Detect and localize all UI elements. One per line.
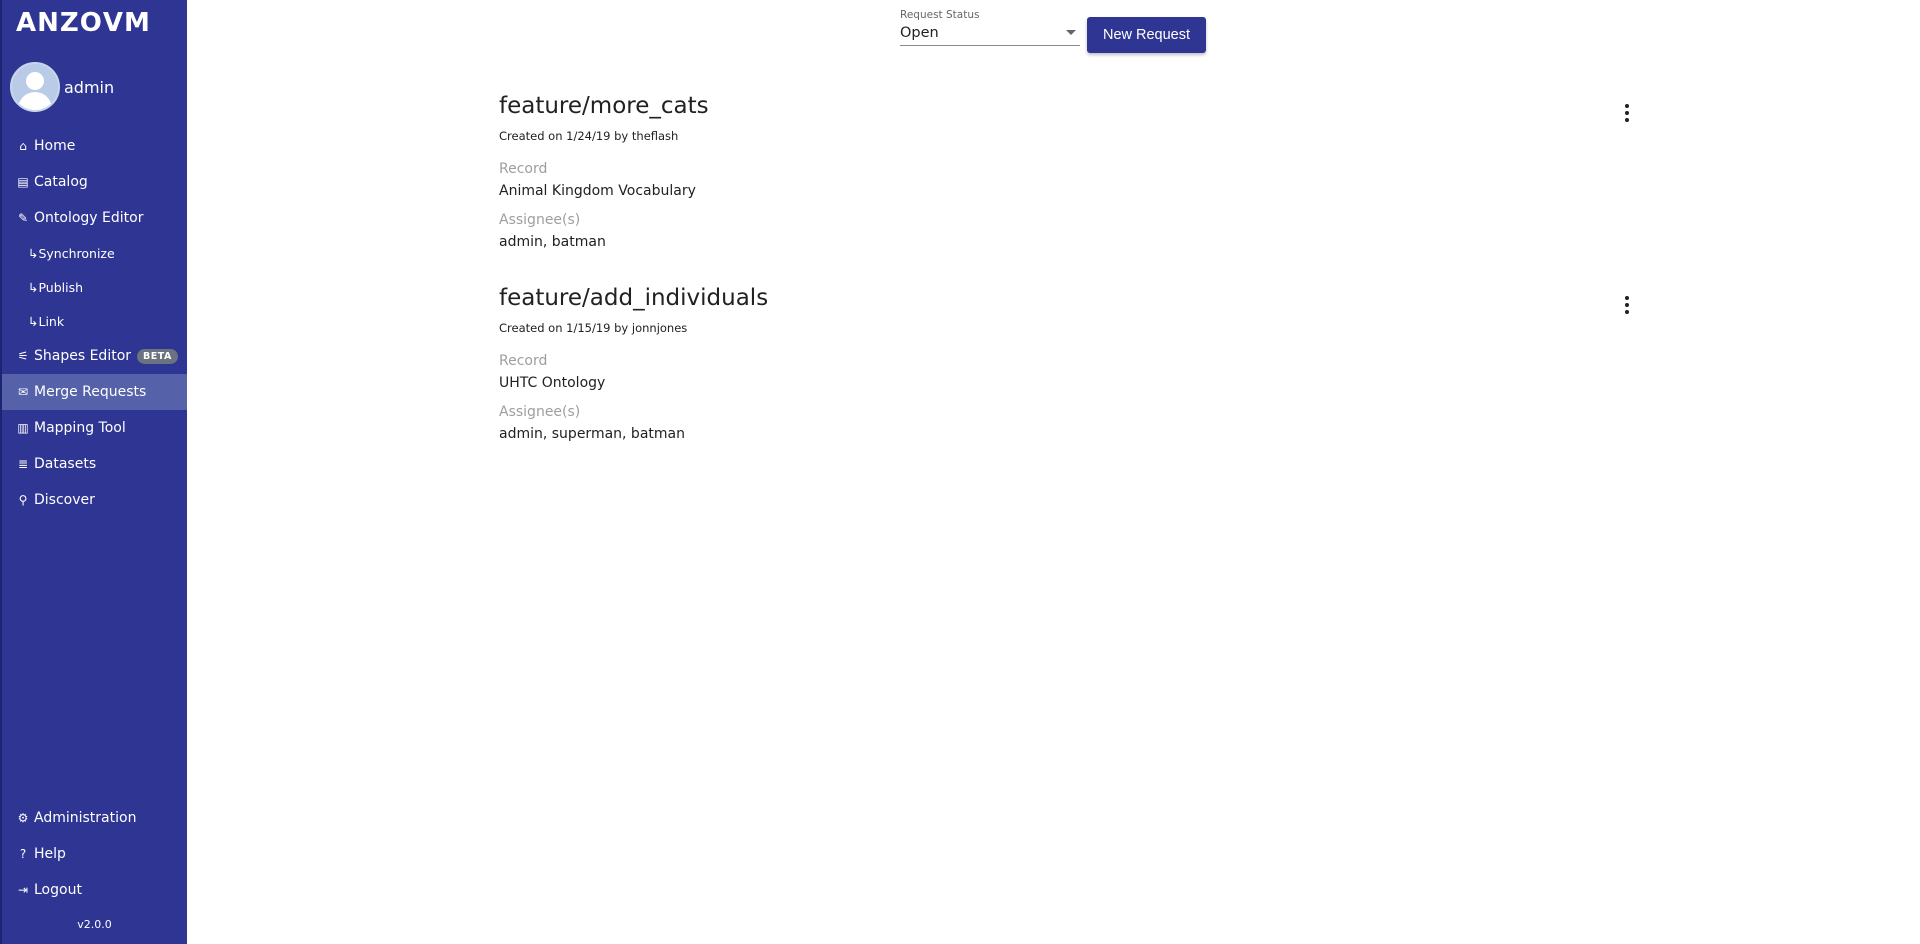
sidebar-item-label: Shapes Editor (34, 348, 132, 364)
merge-request-card[interactable]: feature/more_cats Created on 1/24/19 by … (499, 93, 1639, 250)
sidebar-item-label: Discover (34, 492, 95, 508)
sidebar-item-help[interactable]: ? Help (2, 836, 187, 872)
request-status-value: Open (900, 25, 939, 41)
sidebar-item-label: Mapping Tool (34, 420, 126, 436)
username: admin (64, 77, 115, 97)
sidebar-item-catalog[interactable]: ▤ Catalog (2, 164, 187, 200)
sidebar-item-label: Datasets (34, 456, 97, 472)
sidebar-item-home[interactable]: ⌂ Home (2, 128, 187, 164)
user-profile[interactable]: admin (10, 62, 114, 112)
app-root: ANZO VM admin ⌂ Home ▤ Catalog ✎ Ontology… (0, 0, 1920, 944)
new-request-button[interactable]: New Request (1087, 17, 1206, 53)
request-meta: Created on 1/15/19 by jonnjones (499, 321, 688, 335)
beta-badge: BETA (137, 348, 178, 364)
envelope-icon: ✉ (17, 385, 29, 399)
app-version: v2.0.0 (77, 918, 112, 931)
shapes-icon: ⚟ (17, 349, 29, 363)
sidebar-item-label: Catalog (34, 174, 88, 190)
request-status-value-box[interactable]: Open (900, 21, 1080, 46)
chevron-down-icon (1066, 30, 1076, 35)
record-label: Record (499, 353, 548, 369)
home-icon: ⌂ (19, 139, 27, 153)
sidebar-item-datasets[interactable]: ≣ Datasets (2, 446, 187, 482)
sidebar-item-logout[interactable]: ⇥ Logout (2, 872, 187, 908)
sidebar-item-link[interactable]: ↳Link (2, 304, 187, 338)
logo-text: ANZO (16, 8, 103, 38)
sidebar-item-synchronize[interactable]: ↳Synchronize (2, 236, 187, 270)
record-label: Record (499, 161, 548, 177)
sidebar-item-label: ↳Synchronize (28, 245, 115, 261)
sidebar-item-merge-requests[interactable]: ✉ Merge Requests (2, 374, 187, 410)
request-title[interactable]: feature/add_individuals (499, 285, 1639, 311)
more-options-icon[interactable] (1615, 101, 1639, 125)
assignees-value: admin, superman, batman (499, 426, 685, 442)
gear-icon: ⚙ (17, 811, 29, 825)
request-title[interactable]: feature/more_cats (499, 93, 1639, 119)
search-icon: ⚲ (18, 493, 28, 507)
question-icon: ? (19, 847, 27, 861)
merge-request-card[interactable]: feature/add_individuals Created on 1/15/… (499, 285, 1639, 442)
sidebar-item-ontology-editor[interactable]: ✎ Ontology Editor (2, 200, 187, 236)
main-content: Request Status Open New Request feature/… (187, 0, 1920, 944)
edit-icon: ✎ (17, 211, 29, 225)
map-icon: ▥ (17, 421, 29, 435)
more-options-icon[interactable] (1615, 293, 1639, 317)
sidebar-item-label: Logout (34, 882, 82, 898)
sidebar-item-label: ↳Link (28, 313, 65, 329)
sidebar-item-label: Merge Requests (34, 384, 147, 400)
assignees-label: Assignee(s) (499, 212, 581, 228)
logo-suffix: VM (102, 8, 151, 38)
sidebar-item-publish[interactable]: ↳Publish (2, 270, 187, 304)
assignees-label: Assignee(s) (499, 404, 581, 420)
book-icon: ▤ (17, 175, 29, 189)
record-value: UHTC Ontology (499, 375, 606, 391)
request-status-select[interactable]: Request Status Open (900, 9, 1080, 46)
assignees-value: admin, batman (499, 234, 606, 250)
logout-icon: ⇥ (17, 883, 29, 897)
sidebar-item-mapping-tool[interactable]: ▥ Mapping Tool (2, 410, 187, 446)
sidebar-item-discover[interactable]: ⚲ Discover (2, 482, 187, 518)
sidebar-item-shapes-editor[interactable]: ⚟ Shapes Editor BETA (2, 338, 187, 374)
avatar (10, 62, 60, 112)
request-status-label: Request Status (900, 9, 980, 21)
sidebar-item-label: ↳Publish (28, 279, 84, 295)
app-logo[interactable]: ANZO VM (16, 6, 151, 40)
sidebar-bottom-nav: ⚙ Administration ? Help ⇥ Logout (2, 800, 187, 908)
database-icon: ≣ (17, 457, 29, 471)
sidebar-nav: ⌂ Home ▤ Catalog ✎ Ontology Editor ↳Sync… (2, 128, 187, 518)
request-meta: Created on 1/24/19 by theflash (499, 129, 679, 143)
sidebar-item-label: Ontology Editor (34, 210, 144, 226)
record-value: Animal Kingdom Vocabulary (499, 183, 696, 199)
sidebar-item-label: Administration (34, 810, 137, 826)
sidebar: ANZO VM admin ⌂ Home ▤ Catalog ✎ Ontology… (0, 0, 187, 944)
sidebar-item-label: Home (34, 138, 76, 154)
sidebar-item-administration[interactable]: ⚙ Administration (2, 800, 187, 836)
sidebar-item-label: Help (34, 846, 66, 862)
